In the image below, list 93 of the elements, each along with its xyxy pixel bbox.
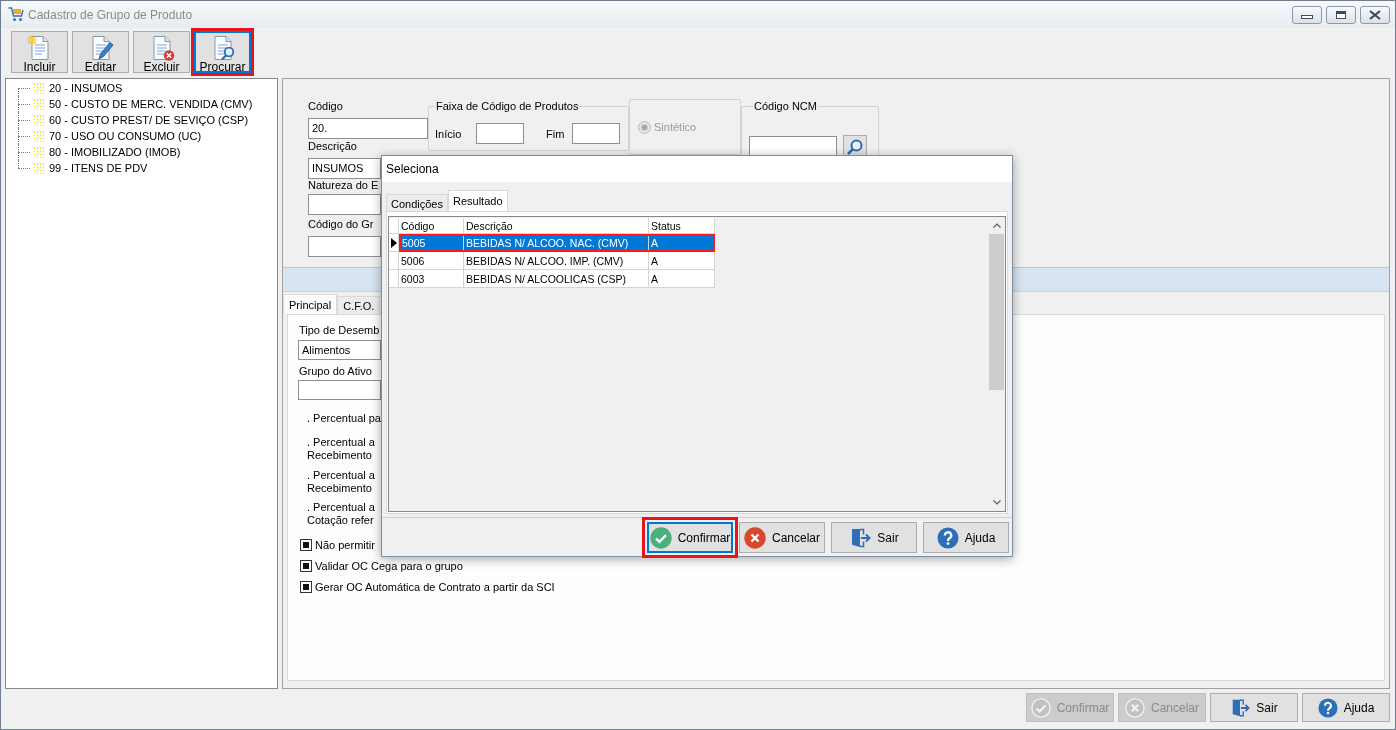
toolbar-button[interactable]: Excluir — [133, 31, 190, 73]
table-cell: BEBIDAS N/ ALCOOLICAS (CSP) — [464, 270, 649, 288]
table-cell: A — [649, 252, 715, 270]
x-circle-icon — [744, 526, 766, 549]
help-icon — [936, 526, 959, 549]
checkbox-label: Gerar OC Automática de Contrato a partir da SCI — [315, 580, 555, 593]
check-circle-icon — [1030, 697, 1051, 718]
text-field[interactable]: 20. — [308, 118, 428, 139]
input-field[interactable] — [572, 123, 620, 144]
field-label: Natureza do E — [308, 178, 379, 192]
tab[interactable]: Principal — [283, 294, 338, 314]
tree-node-icon — [33, 114, 44, 126]
maximize-icon — [1336, 10, 1346, 19]
cancel-button[interactable]: Cancelar — [739, 522, 825, 553]
help-icon — [1317, 697, 1338, 718]
exit-button[interactable]: Sair — [831, 522, 917, 553]
input-field[interactable] — [298, 380, 381, 400]
field-label: Tipo de Desemb — [299, 324, 380, 337]
scrollbar[interactable] — [988, 217, 1005, 511]
table-cell: 6003 — [399, 270, 464, 288]
tree-item[interactable]: 80 - IMOBILIZADO (IMOB) — [33, 145, 183, 159]
column-header[interactable]: Código — [399, 218, 464, 234]
door-arrow-icon — [1230, 697, 1251, 718]
toolbar-button[interactable]: Incluir — [11, 31, 68, 73]
table-cell: 5005 — [401, 236, 464, 250]
checkbox-label: Não permitir — [315, 538, 375, 551]
dropdown-field[interactable]: Alimentos — [298, 340, 381, 360]
field-label: Fim — [546, 127, 566, 140]
table-row[interactable]: 5005 BEBIDAS N/ ALCOO. NAC. (CMV) A — [401, 236, 713, 250]
note-text: . Percentual a Recebimento — [307, 436, 375, 462]
cart-icon — [8, 7, 24, 22]
window-title: Cadastro de Grupo de Produto — [28, 7, 193, 22]
header-corner-cell — [389, 218, 399, 234]
field-label: Código — [308, 99, 343, 113]
close-icon — [1369, 9, 1381, 20]
tab[interactable]: Condições — [386, 194, 448, 211]
note-text: . Percentual a Cotação refer — [307, 501, 375, 527]
help-button[interactable]: Ajuda — [923, 522, 1009, 553]
group-title: Código NCM — [753, 99, 818, 113]
exit-button[interactable]: Sair — [1210, 693, 1298, 722]
radio-label: Sintético — [654, 121, 697, 133]
field-label: Início — [435, 127, 463, 140]
field-label: Descrição — [308, 139, 357, 153]
close-button[interactable] — [1360, 5, 1390, 24]
chevron-down-icon — [992, 500, 1001, 505]
scroll-thumb[interactable] — [989, 234, 1004, 390]
tree-node-icon — [33, 130, 44, 142]
input-field[interactable] — [308, 236, 381, 257]
confirm-button[interactable]: Confirmar — [647, 522, 733, 553]
input-field[interactable] — [308, 194, 381, 215]
tree-item[interactable]: 50 - CUSTO DE MERC. VENDIDA (CMV) — [33, 97, 255, 111]
check-circle-icon — [649, 526, 672, 549]
dialog-title: Seleciona — [386, 162, 439, 176]
column-header[interactable]: Status — [649, 218, 715, 234]
minimize-button[interactable] — [1292, 5, 1322, 24]
minimize-icon — [1301, 15, 1313, 19]
tab[interactable]: Resultado — [448, 190, 508, 211]
table-row[interactable]: 5006 BEBIDAS N/ ALCOO. IMP. (CMV) A — [399, 252, 715, 270]
checkbox[interactable] — [300, 538, 312, 551]
note-text: . Percentual a Recebimento — [307, 469, 375, 495]
x-circle-icon — [1125, 697, 1145, 718]
toolbar-button[interactable]: Procurar — [194, 31, 251, 73]
note-text: . Percentual pa — [307, 412, 381, 425]
tree-node-icon — [33, 98, 44, 110]
column-header[interactable]: Descrição — [464, 218, 649, 234]
tree-item[interactable]: 70 - USO OU CONSUMO (UC) — [33, 129, 204, 143]
checkbox-label: Validar OC Cega para o grupo — [315, 559, 463, 572]
help-button[interactable]: Ajuda — [1302, 693, 1390, 722]
text-field[interactable]: INSUMOS — [308, 158, 381, 179]
table-cell: A — [649, 236, 713, 250]
checkbox[interactable] — [300, 559, 312, 572]
toolbar-button[interactable]: Editar — [72, 31, 129, 73]
field-label: Código do Gr — [308, 217, 374, 231]
table-cell: BEBIDAS N/ ALCOO. IMP. (CMV) — [464, 252, 649, 270]
row-header[interactable] — [389, 234, 399, 252]
field-label: Grupo do Ativo — [299, 365, 372, 378]
chevron-up-icon — [992, 223, 1001, 228]
tree-node-icon — [33, 162, 44, 174]
checkbox[interactable] — [300, 580, 312, 593]
tree-item[interactable]: 20 - INSUMOS — [33, 81, 125, 95]
tree-item[interactable]: 60 - CUSTO PREST/ DE SEVIÇO (CSP) — [33, 113, 251, 127]
table-cell: 5006 — [399, 252, 464, 270]
maximize-button[interactable] — [1326, 5, 1356, 24]
tree-item[interactable]: 99 - ITENS DE PDV — [33, 161, 150, 175]
group-title: Faixa de Código de Produtos — [435, 99, 580, 113]
input-field[interactable] — [749, 136, 837, 158]
tab[interactable]: C.F.O. — [337, 296, 381, 314]
table-cell: BEBIDAS N/ ALCOO. NAC. (CMV) — [464, 236, 649, 250]
tree-node-icon — [33, 82, 44, 94]
input-field[interactable] — [476, 123, 524, 144]
tree-node-icon — [33, 146, 44, 158]
door-arrow-icon — [849, 526, 872, 549]
table-cell: A — [649, 270, 715, 288]
